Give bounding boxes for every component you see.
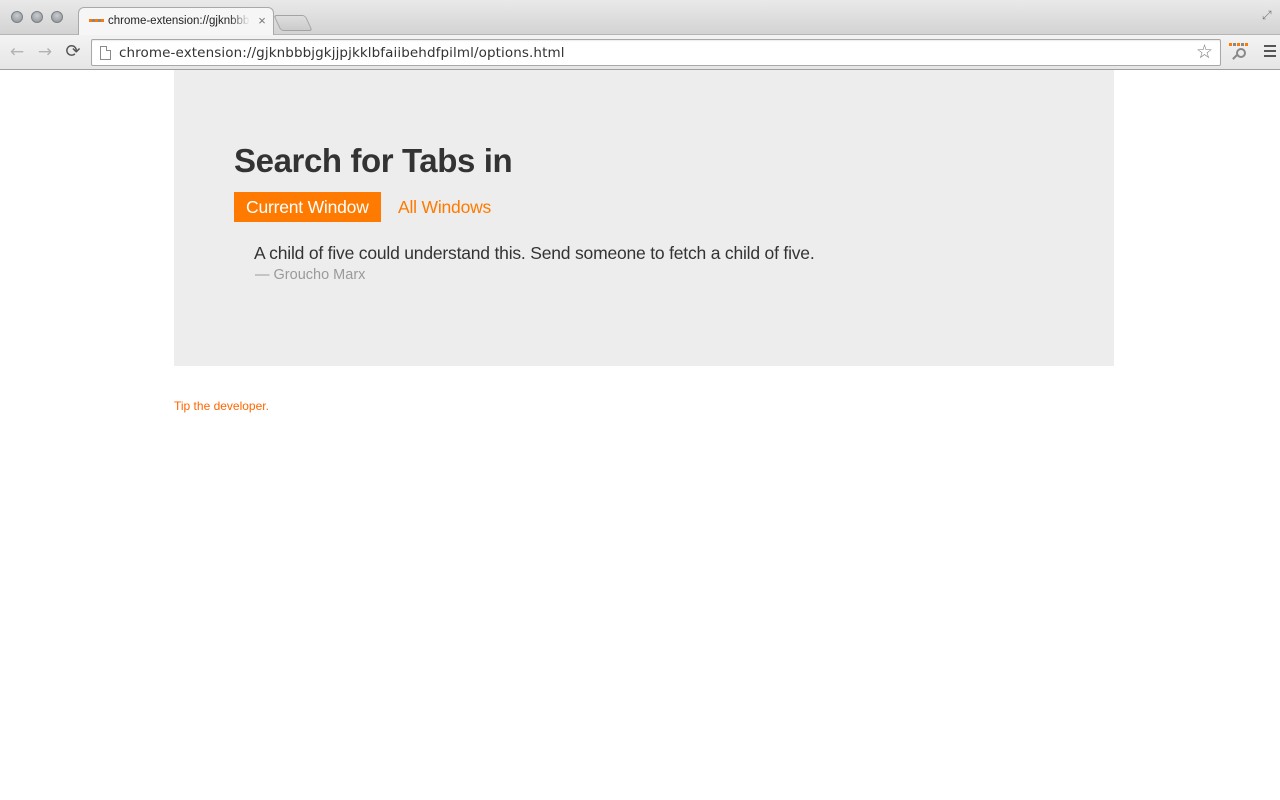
tab-close-icon[interactable]: × xyxy=(255,13,269,28)
bookmark-star-icon[interactable]: ☆ xyxy=(1196,42,1213,62)
extension-favicon-icon xyxy=(89,19,105,24)
quote-text: A child of five could understand this. S… xyxy=(254,243,815,263)
tip-developer-link[interactable]: Tip the developer. xyxy=(174,399,269,413)
fullscreen-icon[interactable]: ⤢ xyxy=(1262,8,1276,22)
all-windows-option[interactable]: All Windows xyxy=(398,192,491,222)
reload-icon[interactable]: ⟳ xyxy=(62,41,84,63)
browser-titlebar: chrome-extension://gjknbbbjgkjjpjkklbfai… xyxy=(0,0,1280,35)
page-icon xyxy=(100,46,111,60)
chrome-menu-icon[interactable] xyxy=(1264,45,1276,59)
tab-title: chrome-extension://gjknbbbjgkjjpjkklbfai… xyxy=(108,15,250,27)
zoom-window-button[interactable] xyxy=(51,11,63,23)
options-panel: Search for Tabs in Current Window All Wi… xyxy=(174,70,1114,366)
current-window-option[interactable]: Current Window xyxy=(234,192,381,222)
quote-author: — Groucho Marx xyxy=(255,267,366,283)
address-bar-url[interactable]: chrome-extension://gjknbbbjgkjjpjkklbfai… xyxy=(119,45,565,61)
browser-tab-active[interactable]: chrome-extension://gjknbbbjgkjjpjkklbfai… xyxy=(78,7,274,35)
tab-search-extension-icon[interactable] xyxy=(1229,43,1249,63)
minimize-window-button[interactable] xyxy=(31,11,43,23)
page-title: Search for Tabs in xyxy=(234,142,513,179)
address-bar[interactable]: chrome-extension://gjknbbbjgkjjpjkklbfai… xyxy=(91,39,1221,66)
new-tab-button[interactable] xyxy=(273,15,313,31)
browser-toolbar: ← → ⟳ chrome-extension://gjknbbbjgkjjpjk… xyxy=(0,35,1280,70)
close-window-button[interactable] xyxy=(11,11,23,23)
forward-arrow-icon[interactable]: → xyxy=(34,41,56,63)
back-arrow-icon[interactable]: ← xyxy=(6,41,28,63)
